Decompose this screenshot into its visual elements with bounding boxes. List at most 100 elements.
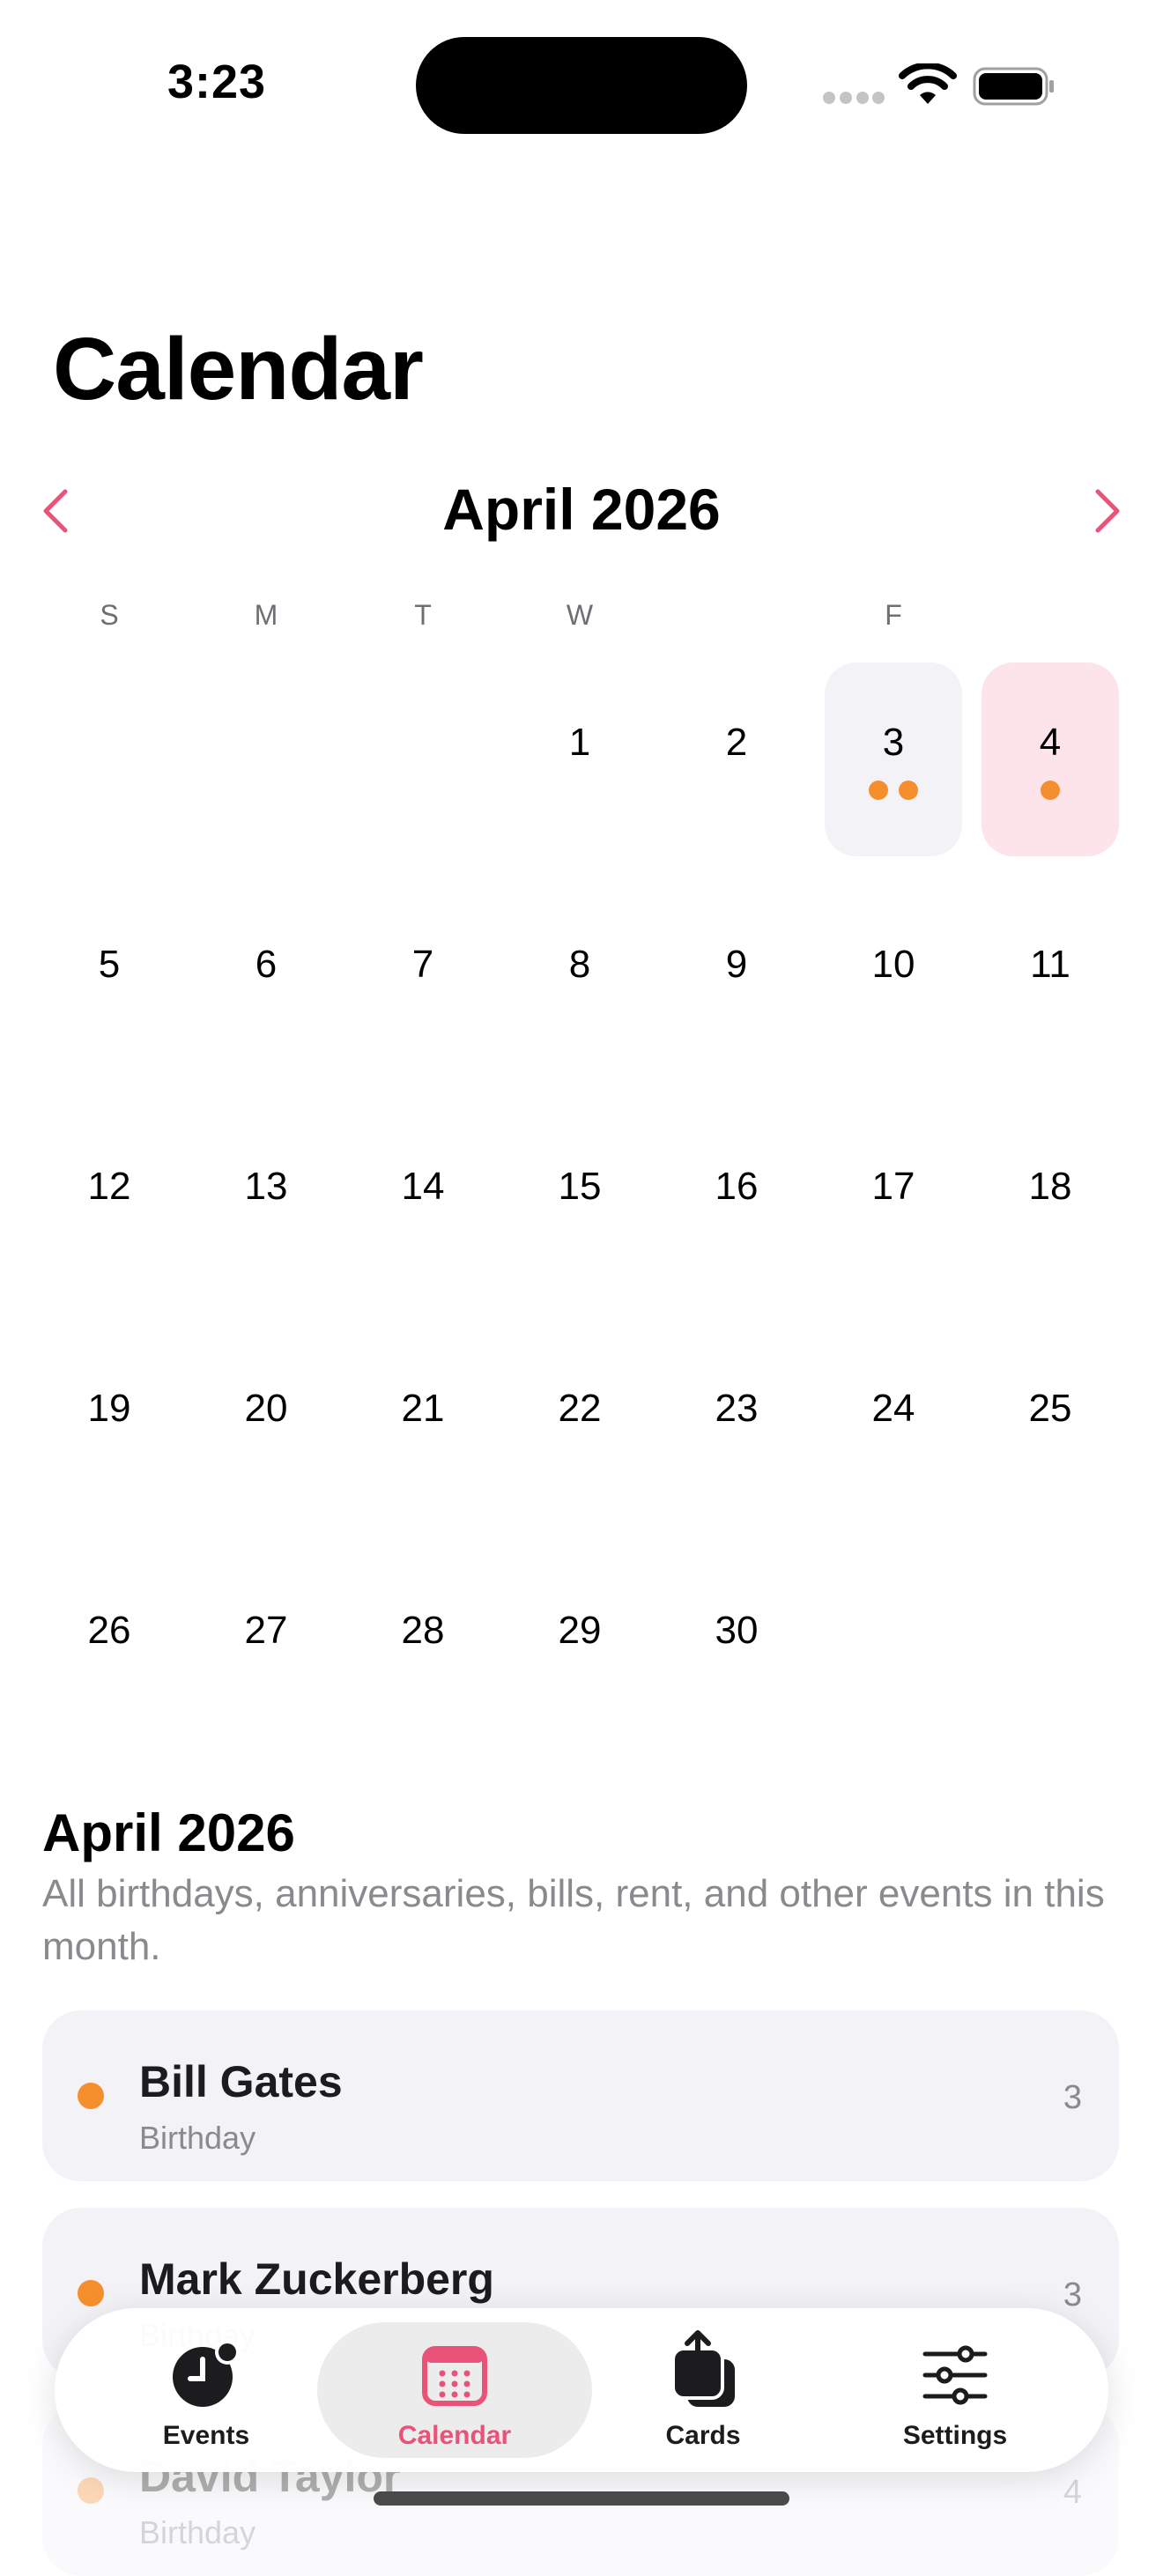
day-number: 27 [244, 1609, 288, 1652]
calendar-day[interactable]: 25 [982, 1329, 1119, 1522]
calendar-day[interactable]: 3 [825, 663, 962, 856]
calendar-day[interactable]: 22 [511, 1329, 648, 1522]
event-dots [982, 781, 1119, 800]
tab-settings[interactable]: Settings [818, 2322, 1093, 2458]
day-number: 17 [871, 1165, 915, 1208]
calendar-day[interactable]: 6 [197, 885, 335, 1078]
day-number: 18 [1028, 1165, 1072, 1208]
tab-bar: Events Calendar Cards Settings [55, 2308, 1108, 2472]
day-number: 28 [401, 1609, 445, 1652]
event-dot-icon [1041, 781, 1060, 800]
previous-month-button[interactable] [33, 483, 78, 539]
calendar-day[interactable]: 28 [354, 1551, 492, 1744]
battery-icon [973, 67, 1054, 106]
calendar-day[interactable]: 5 [41, 885, 178, 1078]
day-number: 6 [255, 943, 278, 986]
home-indicator[interactable] [374, 2491, 789, 2506]
day-number: 2 [725, 721, 748, 764]
day-number: 16 [715, 1165, 759, 1208]
cellular-dots-icon [823, 92, 885, 104]
calendar-day[interactable]: 27 [197, 1551, 335, 1744]
calendar-day[interactable]: 15 [511, 1107, 648, 1300]
sliders-icon [922, 2345, 988, 2405]
section-title: April 2026 [42, 1803, 295, 1862]
event-type: Birthday [139, 2120, 256, 2156]
day-number: 21 [401, 1387, 445, 1430]
clock-badge-icon [173, 2340, 240, 2407]
event-dot-icon [869, 781, 888, 800]
day-number: 26 [87, 1609, 131, 1652]
dynamic-island [416, 37, 747, 134]
tab-label: Cards [665, 2421, 741, 2450]
chevron-left-icon [43, 489, 68, 533]
event-dots [825, 781, 962, 800]
next-month-button[interactable] [1085, 483, 1130, 539]
calendar-day[interactable]: 13 [197, 1107, 335, 1300]
calendar-day[interactable]: 30 [668, 1551, 805, 1744]
tab-cards[interactable]: Cards [566, 2322, 841, 2458]
chevron-right-icon [1095, 489, 1120, 533]
calendar-day[interactable]: 12 [41, 1107, 178, 1300]
calendar-day[interactable]: 19 [41, 1329, 178, 1522]
calendar-day[interactable]: 24 [825, 1329, 962, 1522]
calendar-day[interactable]: 11 [982, 885, 1119, 1078]
calendar-icon [422, 2346, 487, 2406]
day-number: 7 [411, 943, 434, 986]
calendar-day[interactable]: 17 [825, 1107, 962, 1300]
calendar-day[interactable]: 16 [668, 1107, 805, 1300]
event-day: 3 [1063, 2079, 1082, 2116]
event-day: 4 [1063, 2474, 1082, 2511]
day-number: 22 [558, 1387, 602, 1430]
calendar-day[interactable]: 7 [354, 885, 492, 1078]
day-number: 10 [871, 943, 915, 986]
day-number: 14 [401, 1165, 445, 1208]
day-number: 24 [871, 1387, 915, 1430]
calendar-day[interactable]: 23 [668, 1329, 805, 1522]
weekday-label: M [254, 599, 278, 631]
day-number: 11 [1030, 943, 1070, 986]
status-time: 3:23 [167, 56, 267, 108]
calendar-day[interactable]: 8 [511, 885, 648, 1078]
day-number: 3 [882, 721, 905, 764]
calendar-day[interactable]: 29 [511, 1551, 648, 1744]
day-number: 1 [568, 721, 591, 764]
event-dot-icon [78, 2477, 104, 2504]
day-number: 30 [715, 1609, 759, 1652]
tab-calendar[interactable]: Calendar [317, 2322, 592, 2458]
day-number: 20 [244, 1387, 288, 1430]
tab-label: Settings [902, 2421, 1008, 2450]
calendar-day[interactable]: 14 [354, 1107, 492, 1300]
wifi-icon [899, 63, 957, 104]
tab-label: Calendar [397, 2421, 512, 2450]
calendar-day[interactable]: 18 [982, 1107, 1119, 1300]
tab-events[interactable]: Events [69, 2322, 344, 2458]
calendar-day[interactable]: 10 [825, 885, 962, 1078]
tab-label: Events [162, 2421, 250, 2450]
event-row[interactable]: Bill Gates Birthday 3 [42, 2010, 1119, 2181]
day-number: 4 [1039, 721, 1062, 764]
calendar-day[interactable]: 20 [197, 1329, 335, 1522]
weekday-header: S M T W F [32, 599, 1121, 634]
event-name: Mark Zuckerberg [139, 2254, 494, 2304]
calendar-day[interactable]: 26 [41, 1551, 178, 1744]
day-number: 19 [87, 1387, 131, 1430]
calendar-day[interactable]: 4 [982, 663, 1119, 856]
day-number: 9 [725, 943, 748, 986]
calendar-day[interactable]: 2 [668, 663, 805, 856]
day-number: 25 [1028, 1387, 1072, 1430]
weekday-label: S [100, 599, 119, 631]
calendar-day[interactable]: 1 [511, 663, 648, 856]
day-number: 23 [715, 1387, 759, 1430]
weekday-label: T [414, 599, 432, 631]
section-description: All birthdays, anniversaries, bills, ren… [42, 1872, 1105, 1968]
event-dot-icon [899, 781, 918, 800]
page-title: Calendar [53, 320, 424, 418]
month-label: April 2026 [442, 477, 721, 542]
calendar-day[interactable]: 21 [354, 1329, 492, 1522]
calendar-grid: 1 2 3 4 5 6 7 8 9 10 11 12 13 14 15 16 17 18 19 20 21 22 23 24 2… [32, 663, 1121, 1737]
event-day: 3 [1063, 2276, 1082, 2313]
day-number: 15 [558, 1165, 602, 1208]
day-number: 8 [568, 943, 591, 986]
event-dot-icon [78, 2083, 104, 2109]
calendar-day[interactable]: 9 [668, 885, 805, 1078]
